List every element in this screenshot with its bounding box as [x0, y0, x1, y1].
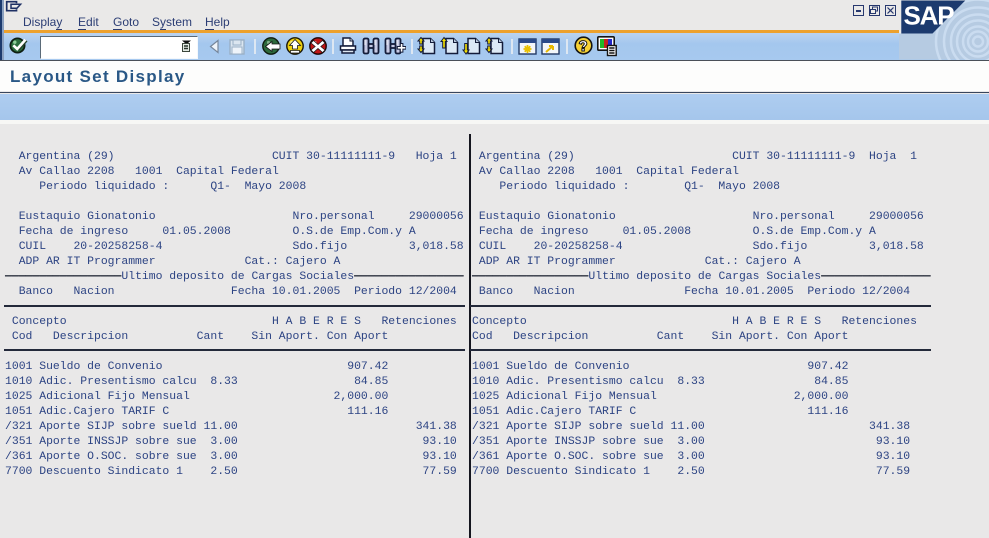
svg-text:SAP: SAP	[904, 1, 955, 31]
